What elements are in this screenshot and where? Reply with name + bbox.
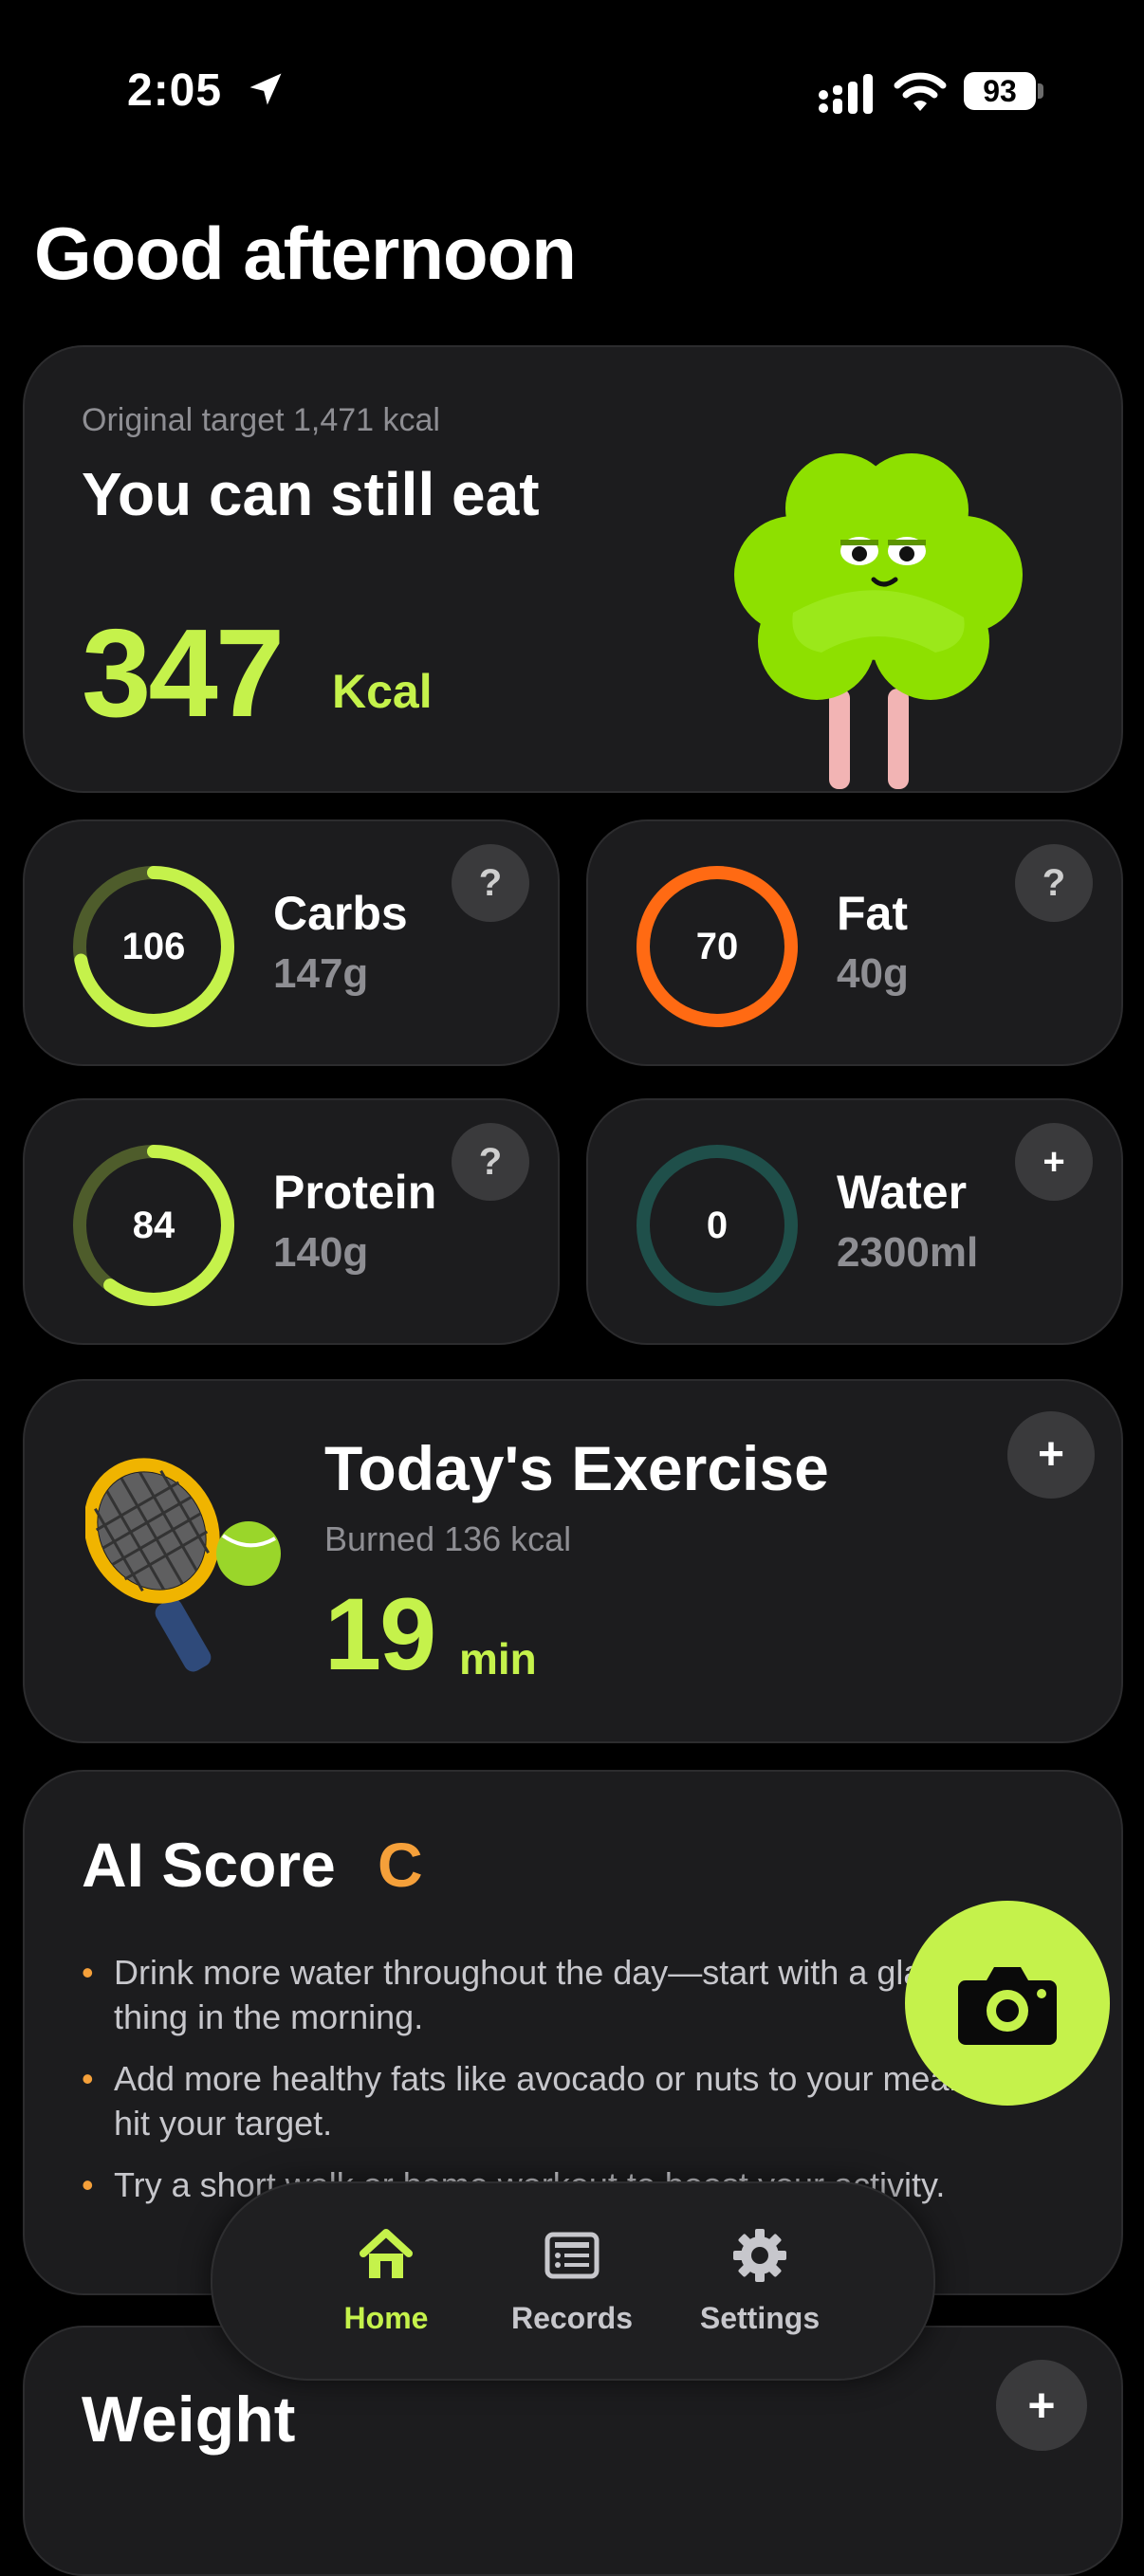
original-target-text: Original target 1,471 kcal (82, 402, 440, 438)
carbs-card[interactable]: 106 Carbs 147g ? (23, 819, 560, 1066)
water-card[interactable]: 0 Water 2300ml + (586, 1098, 1123, 1345)
remaining-kcal-unit: Kcal (332, 665, 433, 718)
protein-help-button[interactable]: ? (452, 1123, 529, 1201)
broccoli-mascot-illustration (734, 453, 1023, 789)
exercise-card[interactable]: Today's Exercise Burned 136 kcal 19 min … (23, 1379, 1123, 1743)
add-exercise-button[interactable]: + (1007, 1411, 1095, 1499)
fat-ring-value: 70 (695, 926, 739, 967)
exercise-minutes-unit: min (459, 1634, 537, 1684)
carbs-label: Carbs (273, 887, 408, 940)
camera-icon (958, 1967, 1057, 2045)
water-amount: 2300ml (837, 1229, 979, 1276)
protein-label: Protein (273, 1166, 437, 1219)
calorie-headline: You can still eat (82, 460, 540, 528)
water-ring-value: 0 (706, 1205, 729, 1246)
bullet-icon: • (82, 2165, 94, 2204)
weight-title: Weight (82, 2383, 296, 2456)
greeting-title: Good afternoon (34, 212, 577, 295)
tab-settings-label: Settings (699, 2301, 821, 2335)
location-arrow-icon (249, 73, 282, 105)
add-water-button[interactable]: + (1015, 1123, 1093, 1201)
tab-records[interactable]: Records (482, 2183, 662, 2379)
water-label: Water (837, 1166, 968, 1219)
fat-amount: 40g (837, 950, 909, 997)
tab-settings[interactable]: Settings (670, 2183, 850, 2379)
carbs-ring-value: 106 (121, 926, 186, 967)
bullet-icon: • (82, 1953, 94, 1992)
tab-home[interactable]: Home (296, 2183, 476, 2379)
ai-tip-item: • Drink more water throughout the day—sta… (82, 1950, 1030, 2039)
tab-records-label: Records (510, 2301, 634, 2335)
battery-indicator: 93 (964, 72, 1036, 110)
ai-score-title: AI Score (82, 1830, 336, 1900)
carbs-amount: 147g (273, 950, 369, 997)
tab-home-label: Home (343, 2301, 429, 2335)
bullet-icon: • (82, 2059, 94, 2098)
protein-amount: 140g (273, 1229, 369, 1276)
ai-tip-item: • Add more healthy fats like avocado or n… (82, 2056, 1030, 2145)
cellular-signal-icon (819, 74, 873, 114)
exercise-title: Today's Exercise (324, 1433, 829, 1503)
remaining-kcal-value: 347 (82, 603, 285, 743)
protein-ring-value: 84 (132, 1205, 175, 1246)
status-time: 2:05 (127, 65, 223, 116)
fat-label: Fat (837, 887, 908, 940)
exercise-burned: Burned 136 kcal (324, 1519, 572, 1558)
gear-icon (733, 2229, 786, 2282)
bottom-tab-bar: Home Records Settings (211, 2181, 935, 2381)
fat-card[interactable]: 70 Fat 40g ? (586, 819, 1123, 1066)
home-icon (360, 2229, 413, 2278)
ai-tip-text: Add more healthy fats like avocado or nu… (114, 2059, 1012, 2143)
exercise-minutes-value: 19 (324, 1576, 436, 1691)
add-weight-button[interactable]: + (996, 2360, 1087, 2451)
protein-card[interactable]: 84 Protein 140g ? (23, 1098, 560, 1345)
wifi-icon (894, 72, 947, 111)
fat-help-button[interactable]: ? (1015, 844, 1093, 922)
ai-score-grade: C (378, 1830, 423, 1900)
ai-tip-text: Drink more water throughout the day—star… (114, 1953, 1022, 2036)
carbs-help-button[interactable]: ? (452, 844, 529, 922)
calorie-card[interactable]: Original target 1,471 kcal You can still… (23, 345, 1123, 793)
records-icon (544, 2232, 600, 2279)
tennis-racket-icon (85, 1458, 281, 1672)
battery-nub (1038, 83, 1043, 99)
camera-button[interactable] (905, 1901, 1110, 2106)
